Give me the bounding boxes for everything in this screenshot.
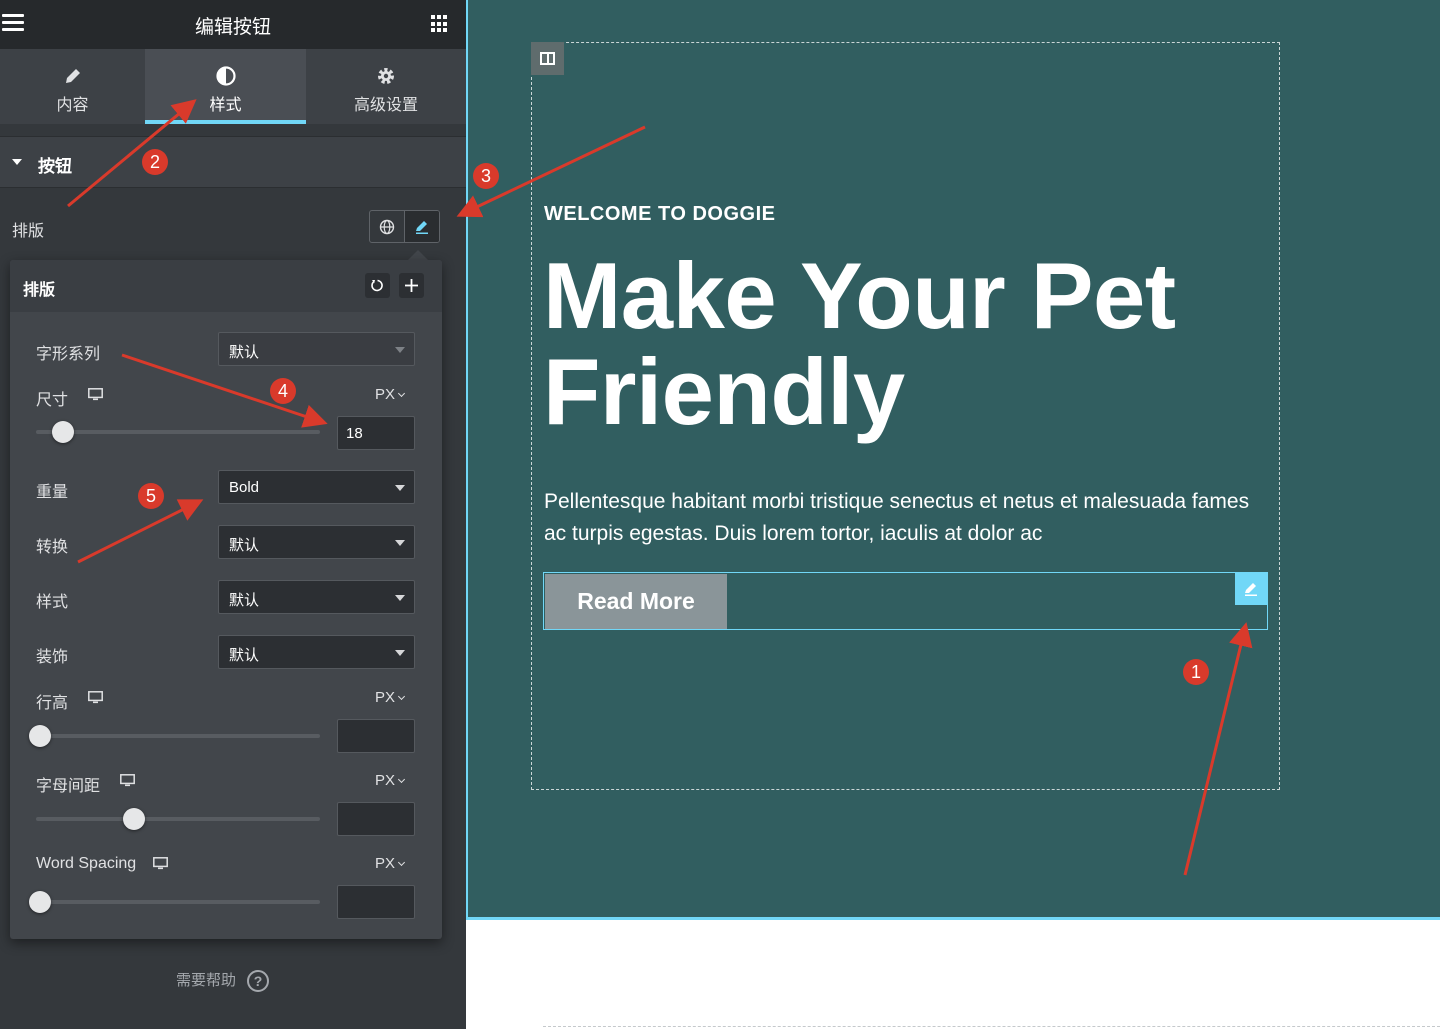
tab-advanced-label: 高级设置 <box>353 95 418 114</box>
line-height-unit: PX <box>375 689 396 706</box>
caret-down-icon <box>12 159 22 165</box>
read-more-button[interactable]: Read More <box>545 574 727 629</box>
caret-down-icon <box>395 650 405 656</box>
kicker-heading[interactable]: WELCOME TO DOGGIE <box>544 203 775 226</box>
globe-icon <box>379 219 394 234</box>
line-height-slider-track[interactable] <box>36 734 320 738</box>
font-style-select[interactable]: 默认 <box>218 580 415 614</box>
weight-value: Bold <box>229 479 260 496</box>
global-fonts-button[interactable] <box>370 211 405 242</box>
line-height-label: 行高 <box>36 693 69 712</box>
size-slider-thumb[interactable] <box>51 421 74 443</box>
size-input[interactable]: 18 <box>337 416 415 450</box>
typography-label: 排版 <box>12 221 45 240</box>
main-headline[interactable]: Make Your Pet Friendly <box>543 248 1263 440</box>
annotation-badge-1: 1 <box>1183 659 1209 685</box>
panel-header: 编辑按钮 <box>0 0 466 49</box>
annotation-badge-3: 3 <box>473 163 499 189</box>
desktop-icon[interactable] <box>153 857 168 870</box>
pencil-icon <box>415 220 428 234</box>
transform-value: 默认 <box>229 536 260 554</box>
caret-down-icon <box>395 485 405 491</box>
line-height-input[interactable] <box>337 719 415 753</box>
weight-label: 重量 <box>36 482 69 501</box>
decoration-label: 装饰 <box>36 647 69 666</box>
half-circle-icon <box>215 66 236 86</box>
popover-title: 排版 <box>23 280 56 299</box>
letter-spacing-slider-track[interactable] <box>36 817 320 821</box>
size-unit: PX <box>375 386 396 403</box>
editor-panel: 编辑按钮 内容 样式 高级设置 按钮 排版 排版 字形系列 默认 尺寸 PX 1… <box>0 0 466 1029</box>
transform-label: 转换 <box>36 537 69 556</box>
popover-header: 排版 <box>10 260 442 312</box>
font-family-select[interactable]: 默认 <box>218 332 415 366</box>
gear-icon <box>378 68 394 84</box>
widgets-grid-icon[interactable] <box>431 15 449 33</box>
section-title: 按钮 <box>38 157 72 177</box>
section-divider <box>543 1026 1440 1027</box>
tab-content[interactable]: 内容 <box>0 49 145 124</box>
column-icon <box>540 52 555 65</box>
add-button[interactable] <box>399 273 424 298</box>
letter-spacing-unit-select[interactable]: PX <box>375 772 406 789</box>
typography-control-group <box>369 210 440 243</box>
annotation-badge-2: 2 <box>142 149 168 175</box>
word-spacing-label: Word Spacing <box>36 855 137 872</box>
size-unit-select[interactable]: PX <box>375 386 406 403</box>
edit-typography-button[interactable] <box>404 211 439 242</box>
transform-select[interactable]: 默认 <box>218 525 415 559</box>
plus-icon <box>405 279 418 292</box>
desktop-icon[interactable] <box>120 774 135 787</box>
reset-button[interactable] <box>365 273 390 298</box>
pencil-icon <box>1245 583 1257 596</box>
size-label: 尺寸 <box>36 390 69 409</box>
panel-tabs: 内容 样式 高级设置 <box>0 49 466 124</box>
panel-title: 编辑按钮 <box>194 16 271 38</box>
tab-style-label: 样式 <box>209 95 242 114</box>
letter-spacing-label: 字母间距 <box>36 776 101 795</box>
word-spacing-unit-select[interactable]: PX <box>375 855 406 872</box>
word-spacing-slider-thumb[interactable] <box>29 891 51 913</box>
tab-content-label: 内容 <box>56 95 89 114</box>
line-height-slider-thumb[interactable] <box>29 725 51 747</box>
reset-icon <box>371 279 383 292</box>
edit-widget-button[interactable] <box>1235 573 1267 605</box>
desktop-icon[interactable] <box>88 691 103 704</box>
typography-popover: 排版 字形系列 默认 尺寸 PX 18 重量 Bold 转换 默认 样式 默认 … <box>10 260 442 939</box>
weight-select[interactable]: Bold <box>218 470 415 504</box>
annotation-badge-4: 4 <box>270 378 296 404</box>
font-family-label: 字形系列 <box>36 344 101 363</box>
font-style-label: 样式 <box>36 592 69 611</box>
caret-down-icon <box>395 595 405 601</box>
decoration-value: 默认 <box>229 646 260 664</box>
annotation-badge-5: 5 <box>138 483 164 509</box>
caret-down-icon <box>395 540 405 546</box>
letter-spacing-slider-thumb[interactable] <box>122 808 145 830</box>
column-handle[interactable] <box>531 42 564 75</box>
desktop-icon[interactable] <box>88 388 103 401</box>
word-spacing-input[interactable] <box>337 885 415 919</box>
popover-arrow <box>408 250 428 260</box>
caret-down-icon <box>395 347 405 353</box>
letter-spacing-input[interactable] <box>337 802 415 836</box>
question-mark-icon[interactable]: ? <box>247 970 269 992</box>
line-height-unit-select[interactable]: PX <box>375 689 406 706</box>
help-link[interactable]: 需要帮助 <box>176 969 236 990</box>
font-family-value: 默认 <box>229 343 260 361</box>
letter-spacing-unit: PX <box>375 772 396 789</box>
chevron-down-icon <box>397 692 406 701</box>
word-spacing-unit: PX <box>375 855 396 872</box>
tab-advanced[interactable]: 高级设置 <box>306 49 466 124</box>
chevron-down-icon <box>397 775 406 784</box>
body-paragraph[interactable]: Pellentesque habitant morbi tristique se… <box>544 486 1274 550</box>
size-slider-track[interactable] <box>36 430 320 434</box>
pencil-icon <box>65 69 80 83</box>
chevron-down-icon <box>397 858 406 867</box>
chevron-down-icon <box>397 389 406 398</box>
section-button-header[interactable]: 按钮 <box>0 136 466 188</box>
decoration-select[interactable]: 默认 <box>218 635 415 669</box>
font-style-value: 默认 <box>229 591 260 609</box>
tab-style[interactable]: 样式 <box>145 49 306 124</box>
word-spacing-slider-track[interactable] <box>36 900 320 904</box>
